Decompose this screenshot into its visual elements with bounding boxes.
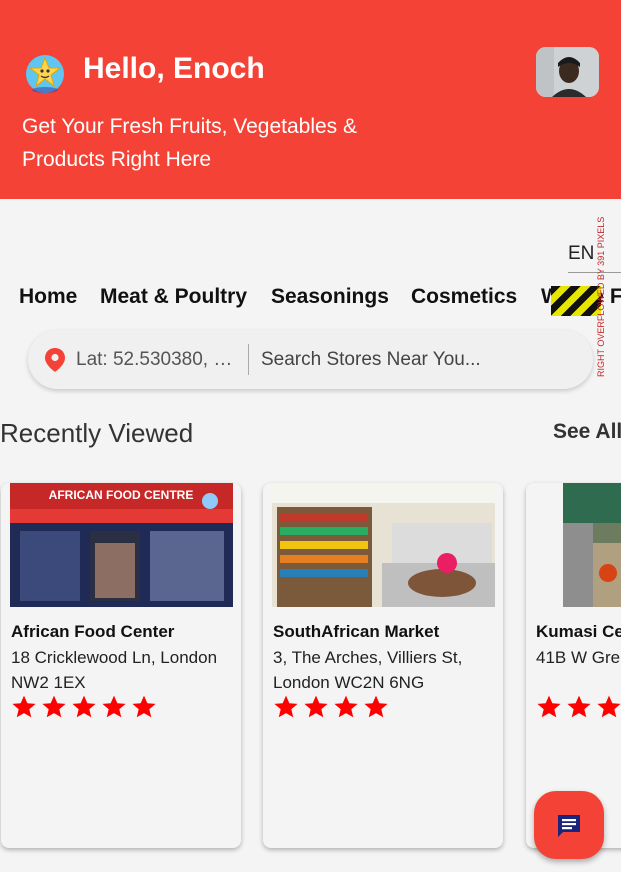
store-image <box>563 483 621 607</box>
header-subtitle: Get Your Fresh Fruits, Vegetables & Prod… <box>22 115 358 171</box>
user-avatar[interactable] <box>536 47 599 97</box>
store-sign-text: AFRICAN FOOD CENTRE <box>49 488 194 502</box>
star-rating <box>11 694 157 720</box>
star-icon <box>537 695 561 718</box>
chat-button[interactable] <box>534 791 604 859</box>
store-address: 41B W Gre N15 5QH <box>536 648 621 667</box>
mascot-logo-icon <box>22 50 68 96</box>
nav-item-home[interactable]: Home <box>19 285 77 309</box>
overflow-indicator <box>551 286 601 316</box>
nav-item-seasonings[interactable]: Seasonings <box>271 285 389 309</box>
greeting-title: Hello, Enoch <box>83 52 265 85</box>
star-icon <box>42 695 66 718</box>
language-selector[interactable]: EN <box>568 243 594 265</box>
star-icon <box>597 695 621 718</box>
star-icon <box>304 695 328 718</box>
search-input[interactable] <box>261 346 576 374</box>
see-all-link[interactable]: See All <box>553 420 621 444</box>
search-divider <box>248 344 249 375</box>
location-coordinates[interactable]: Lat: 52.530380, Long: -0.3 <box>76 349 236 371</box>
store-address: 18 Cricklewood Ln, London NW2 1EX <box>11 648 218 692</box>
star-rating <box>273 694 389 720</box>
overflow-warning: RIGHT OVERFLOWED BY 391 PIXELS <box>596 216 606 377</box>
store-name: SouthAfrican Market <box>273 622 440 641</box>
store-image: AFRICAN FOOD CENTRE <box>10 483 233 607</box>
nav-item-cosmetics[interactable]: Cosmetics <box>411 285 517 309</box>
star-icon <box>567 695 591 718</box>
star-rating <box>536 694 621 720</box>
store-image <box>272 483 495 607</box>
star-icon <box>132 695 156 718</box>
store-address: 3, The Arches, Villiers St, London WC2N … <box>273 648 463 692</box>
store-card[interactable]: SouthAfrican Market 3, The Arches, Villi… <box>263 483 503 848</box>
category-nav: Home Meat & Poultry Seasonings Cosmetics… <box>0 285 621 319</box>
star-icon <box>364 695 388 718</box>
star-icon <box>12 695 36 718</box>
language-underline <box>568 272 621 273</box>
app-screen: Hello, Enoch Get Your Fresh Fruits, Vege… <box>0 0 621 872</box>
nav-item-meat-poultry[interactable]: Meat & Poultry <box>100 285 247 309</box>
header-banner: Hello, Enoch Get Your Fresh Fruits, Vege… <box>0 0 621 199</box>
chat-bubble-icon <box>558 815 580 837</box>
star-icon <box>334 695 358 718</box>
store-name: African Food Center <box>11 622 175 641</box>
star-icon <box>274 695 298 718</box>
search-bar: Lat: 52.530380, Long: -0.3 <box>28 330 593 389</box>
star-icon <box>72 695 96 718</box>
section-title: Recently Viewed <box>0 418 194 448</box>
store-name: Kumasi Ce <box>536 622 621 641</box>
location-pin-icon[interactable] <box>44 347 66 373</box>
star-icon <box>102 695 126 718</box>
store-card[interactable]: AFRICAN FOOD CENTRE African Food Center … <box>1 483 241 848</box>
